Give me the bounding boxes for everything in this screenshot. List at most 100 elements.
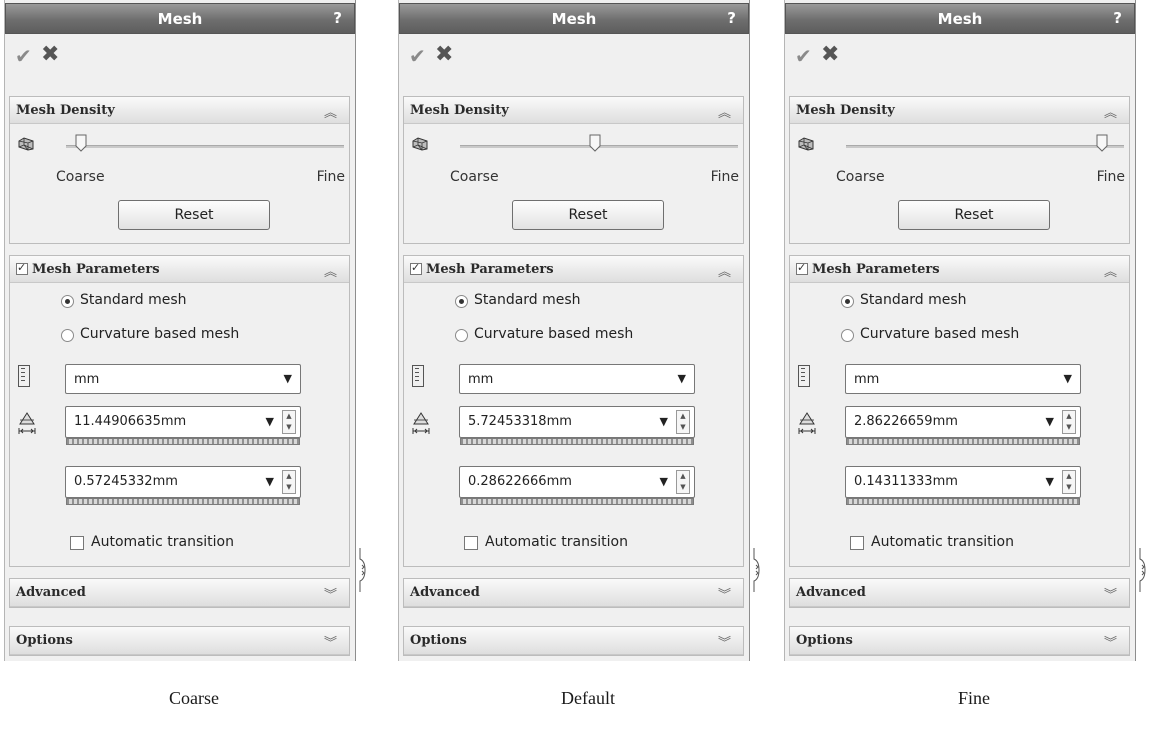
collapse-chevron-icon[interactable]: ︽ <box>324 102 337 121</box>
options-group[interactable]: Options ︾ <box>9 626 350 656</box>
expand-chevron-icon[interactable]: ︾ <box>718 632 731 651</box>
unit-select[interactable]: mm ▼ <box>65 364 301 394</box>
collapse-chevron-icon[interactable]: ︽ <box>718 261 731 280</box>
automatic-transition-checkbox[interactable] <box>850 536 864 550</box>
mesh-parameters-checkbox[interactable] <box>410 261 422 275</box>
tolerance-spinner[interactable]: ▲ ▼ <box>1062 470 1076 494</box>
global-size-field[interactable]: 11.44906635mm ▼ ▲ ▼ <box>65 406 301 445</box>
global-size-spinner[interactable]: ▲ ▼ <box>676 410 690 434</box>
ok-checkmark-icon[interactable]: ✔ <box>409 44 426 68</box>
mesh-density-slider-thumb[interactable] <box>589 134 601 152</box>
options-header[interactable]: Options ︾ <box>790 627 1129 655</box>
global-size-slider[interactable] <box>846 438 1080 445</box>
mesh-density-slider-thumb[interactable] <box>75 134 87 152</box>
curvature-mesh-radio[interactable] <box>61 329 74 342</box>
dropdown-arrow-icon[interactable]: ▼ <box>1046 475 1054 488</box>
dropdown-arrow-icon[interactable]: ▼ <box>266 475 274 488</box>
panel-splitter-handle[interactable] <box>752 547 760 593</box>
unit-select-value: mm <box>854 372 880 387</box>
ok-checkmark-icon[interactable]: ✔ <box>795 44 812 68</box>
expand-chevron-icon[interactable]: ︾ <box>324 584 337 603</box>
help-icon[interactable]: ? <box>333 9 342 27</box>
expand-chevron-icon[interactable]: ︾ <box>1104 584 1117 603</box>
tolerance-field[interactable]: 0.28622666mm ▼ ▲ ▼ <box>459 466 695 505</box>
cancel-x-icon[interactable]: ✖ <box>41 42 59 67</box>
dropdown-arrow-icon[interactable]: ▼ <box>678 372 686 385</box>
reset-button[interactable]: Reset <box>512 200 664 230</box>
panel-splitter-handle[interactable] <box>358 547 366 593</box>
automatic-transition-checkbox[interactable] <box>464 536 478 550</box>
dropdown-arrow-icon[interactable]: ▼ <box>284 372 292 385</box>
mesh-density-slider-track[interactable] <box>846 145 1124 148</box>
automatic-transition-checkbox[interactable] <box>70 536 84 550</box>
caption-default: Default <box>561 688 615 708</box>
mesh-density-header[interactable]: Mesh Density ︽ <box>10 97 349 124</box>
tolerance-field[interactable]: 0.14311333mm ▼ ▲ ▼ <box>845 466 1081 505</box>
unit-ruler-icon <box>18 365 30 387</box>
standard-mesh-radio[interactable] <box>841 295 854 308</box>
mesh-parameters-checkbox[interactable] <box>796 261 808 275</box>
mesh-density-icon <box>412 137 428 151</box>
global-size-slider[interactable] <box>66 438 300 445</box>
advanced-header[interactable]: Advanced ︾ <box>790 579 1129 607</box>
expand-chevron-icon[interactable]: ︾ <box>1104 632 1117 651</box>
curvature-mesh-radio[interactable] <box>455 329 468 342</box>
help-icon[interactable]: ? <box>727 9 736 27</box>
global-size-spinner[interactable]: ▲ ▼ <box>282 410 296 434</box>
ok-checkmark-icon[interactable]: ✔ <box>15 44 32 68</box>
panel-splitter-handle[interactable] <box>1138 547 1146 593</box>
global-size-field[interactable]: 5.72453318mm ▼ ▲ ▼ <box>459 406 695 445</box>
mesh-parameters-header[interactable]: Mesh Parameters ︽ <box>404 256 743 283</box>
mesh-density-slider-thumb[interactable] <box>1096 134 1108 152</box>
tolerance-value: 0.14311333mm <box>854 474 958 489</box>
unit-select[interactable]: mm ▼ <box>845 364 1081 394</box>
mesh-parameters-checkbox[interactable] <box>16 261 28 275</box>
collapse-chevron-icon[interactable]: ︽ <box>1104 261 1117 280</box>
mesh-density-slider-track[interactable] <box>66 145 344 148</box>
dropdown-arrow-icon[interactable]: ▼ <box>660 415 668 428</box>
dropdown-arrow-icon[interactable]: ▼ <box>266 415 274 428</box>
mesh-parameters-header[interactable]: Mesh Parameters ︽ <box>790 256 1129 283</box>
collapse-chevron-icon[interactable]: ︽ <box>718 102 731 121</box>
tolerance-field[interactable]: 0.57245332mm ▼ ▲ ▼ <box>65 466 301 505</box>
dropdown-arrow-icon[interactable]: ▼ <box>660 475 668 488</box>
unit-select[interactable]: mm ▼ <box>459 364 695 394</box>
help-icon[interactable]: ? <box>1113 9 1122 27</box>
collapse-chevron-icon[interactable]: ︽ <box>1104 102 1117 121</box>
mesh-density-header[interactable]: Mesh Density ︽ <box>790 97 1129 124</box>
tolerance-spinner[interactable]: ▲ ▼ <box>676 470 690 494</box>
mesh-density-header[interactable]: Mesh Density ︽ <box>404 97 743 124</box>
standard-mesh-radio[interactable] <box>455 295 468 308</box>
cancel-x-icon[interactable]: ✖ <box>821 42 839 67</box>
global-size-slider[interactable] <box>460 438 694 445</box>
fine-label: Fine <box>710 169 739 185</box>
tolerance-spinner[interactable]: ▲ ▼ <box>282 470 296 494</box>
mesh-density-title: Mesh Density <box>796 103 895 118</box>
standard-mesh-label: Standard mesh <box>860 292 967 308</box>
cancel-x-icon[interactable]: ✖ <box>435 42 453 67</box>
advanced-group[interactable]: Advanced ︾ <box>403 578 744 608</box>
reset-button[interactable]: Reset <box>898 200 1050 230</box>
dropdown-arrow-icon[interactable]: ▼ <box>1046 415 1054 428</box>
options-header[interactable]: Options ︾ <box>10 627 349 655</box>
tolerance-slider[interactable] <box>846 498 1080 505</box>
expand-chevron-icon[interactable]: ︾ <box>718 584 731 603</box>
options-group[interactable]: Options ︾ <box>403 626 744 656</box>
advanced-group[interactable]: Advanced ︾ <box>789 578 1130 608</box>
advanced-group[interactable]: Advanced ︾ <box>9 578 350 608</box>
advanced-header[interactable]: Advanced ︾ <box>10 579 349 607</box>
standard-mesh-radio[interactable] <box>61 295 74 308</box>
mesh-parameters-header[interactable]: Mesh Parameters ︽ <box>10 256 349 283</box>
options-group[interactable]: Options ︾ <box>789 626 1130 656</box>
global-size-spinner[interactable]: ▲ ▼ <box>1062 410 1076 434</box>
tolerance-slider[interactable] <box>460 498 694 505</box>
options-header[interactable]: Options ︾ <box>404 627 743 655</box>
curvature-mesh-radio[interactable] <box>841 329 854 342</box>
expand-chevron-icon[interactable]: ︾ <box>324 632 337 651</box>
dropdown-arrow-icon[interactable]: ▼ <box>1064 372 1072 385</box>
tolerance-slider[interactable] <box>66 498 300 505</box>
advanced-header[interactable]: Advanced ︾ <box>404 579 743 607</box>
reset-button[interactable]: Reset <box>118 200 270 230</box>
global-size-field[interactable]: 2.86226659mm ▼ ▲ ▼ <box>845 406 1081 445</box>
collapse-chevron-icon[interactable]: ︽ <box>324 261 337 280</box>
